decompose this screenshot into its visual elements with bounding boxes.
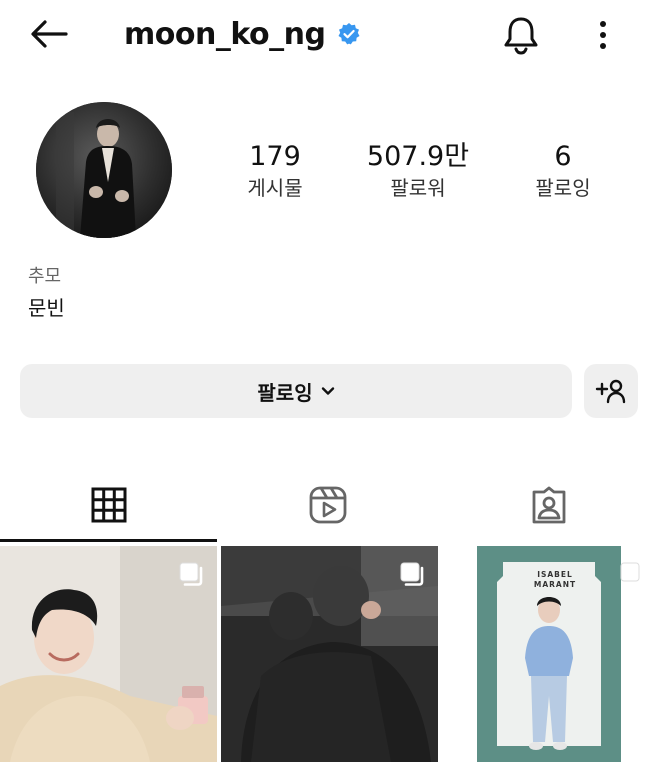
suggested-users-button[interactable] (584, 364, 638, 418)
profile-tabs (0, 470, 658, 544)
profile-username: moon_ko_ng (124, 14, 361, 54)
posts-count: 179 (249, 141, 301, 172)
profile-avatar[interactable] (36, 102, 172, 238)
multiple-photos-icon (179, 562, 203, 586)
tab-posts-grid[interactable] (0, 470, 218, 540)
back-arrow-icon (31, 20, 68, 48)
post-thumbnail[interactable] (221, 546, 438, 762)
tagged-user-icon (532, 486, 566, 524)
post-thumbnail[interactable] (0, 546, 217, 762)
username-text: moon_ko_ng (124, 16, 326, 52)
grid-icon (91, 487, 127, 523)
multiple-photos-icon (620, 562, 644, 586)
add-user-icon (595, 379, 626, 404)
following-count: 6 (554, 141, 572, 172)
verified-badge-icon (338, 23, 360, 45)
posts-label: 게시물 (247, 176, 303, 200)
following-button-label: 팔로잉 (257, 380, 313, 405)
back-button[interactable] (26, 14, 72, 54)
stat-posts[interactable]: 179 게시물 (205, 140, 345, 202)
top-bar: moon_ko_ng (0, 0, 658, 70)
bio-category: 추모 (28, 266, 62, 287)
posts-grid: ISABEL MARANT (0, 546, 658, 762)
avatar-photo (36, 102, 172, 238)
tab-reels[interactable] (219, 470, 437, 540)
more-vertical-icon (600, 21, 606, 49)
following-label: 팔로잉 (535, 176, 591, 200)
multiple-photos-icon (400, 562, 424, 586)
photo-sign-text: ISABEL MARANT (533, 570, 577, 589)
more-options-button[interactable] (586, 12, 620, 58)
post-thumbnail[interactable]: ISABEL MARANT (441, 546, 658, 762)
tab-tagged[interactable] (440, 470, 658, 540)
reels-icon (309, 486, 347, 524)
bell-icon (504, 17, 538, 55)
chevron-down-icon (321, 387, 334, 395)
stat-following[interactable]: 6 팔로잉 (493, 140, 633, 202)
following-button[interactable]: 팔로잉 (20, 364, 572, 418)
notifications-button[interactable] (498, 12, 544, 58)
followers-count: 507.9만 (366, 141, 470, 172)
bio-name: 문빈 (28, 296, 65, 320)
followers-label: 팔로워 (390, 176, 446, 200)
active-tab-indicator (0, 539, 217, 542)
stat-followers[interactable]: 507.9만 팔로워 (348, 140, 488, 202)
